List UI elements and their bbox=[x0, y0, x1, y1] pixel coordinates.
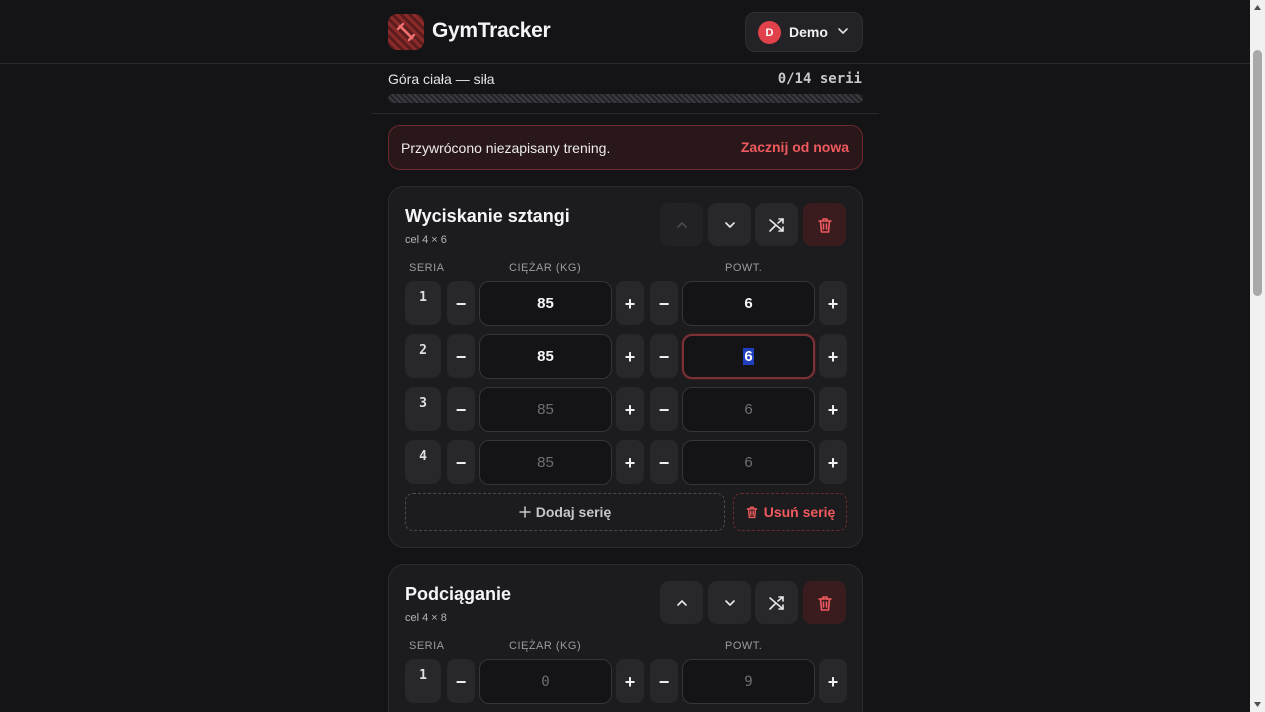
weight-input[interactable]: 85 bbox=[479, 281, 612, 326]
weight-input[interactable]: 85 bbox=[479, 440, 612, 485]
move-down-button[interactable] bbox=[708, 203, 751, 246]
scroll-down-arrow-icon[interactable] bbox=[1253, 700, 1262, 709]
weight-increment-button[interactable]: + bbox=[616, 334, 644, 378]
chevron-down-icon bbox=[724, 599, 735, 606]
trash-icon bbox=[817, 217, 832, 233]
chevron-up-icon bbox=[676, 599, 687, 606]
delete-exercise-button[interactable] bbox=[803, 203, 846, 246]
workout-title: Góra ciała — siła bbox=[388, 71, 495, 87]
set-number: 2 bbox=[405, 334, 441, 378]
delete-exercise-button[interactable] bbox=[803, 581, 846, 624]
shuffle-icon bbox=[768, 217, 784, 232]
remove-set-label: Usuń serię bbox=[763, 504, 836, 520]
start-over-button[interactable]: Zacznij od nowa bbox=[741, 139, 849, 155]
move-up-button[interactable] bbox=[660, 581, 703, 624]
dumbbell-icon[interactable] bbox=[388, 14, 424, 50]
trash-icon bbox=[817, 595, 832, 611]
reps-decrement-button[interactable]: − bbox=[650, 440, 678, 484]
set-number: 4 bbox=[405, 440, 441, 484]
weight-input[interactable]: 0 bbox=[479, 659, 612, 704]
column-header-weight: CIĘŻAR (KG) bbox=[509, 262, 582, 274]
reps-increment-button[interactable]: + bbox=[819, 387, 847, 431]
swap-exercise-button[interactable] bbox=[755, 581, 798, 624]
chevron-down-icon bbox=[724, 221, 735, 228]
plus-icon bbox=[519, 506, 531, 518]
weight-decrement-button[interactable]: − bbox=[447, 440, 475, 484]
weight-decrement-button[interactable]: − bbox=[447, 281, 475, 325]
divider bbox=[372, 113, 879, 114]
page: GymTracker D Demo Góra ciała — siła 0/14… bbox=[0, 0, 1250, 712]
column-header-set: SERIA bbox=[409, 640, 445, 652]
set-number: 1 bbox=[405, 659, 441, 703]
selected-text: 6 bbox=[743, 348, 754, 365]
weight-increment-button[interactable]: + bbox=[616, 387, 644, 431]
weight-decrement-button[interactable]: − bbox=[447, 334, 475, 378]
reps-decrement-button[interactable]: − bbox=[650, 281, 678, 325]
reps-input[interactable]: 9 bbox=[682, 659, 815, 704]
move-down-button[interactable] bbox=[708, 581, 751, 624]
weight-input[interactable]: 85 bbox=[479, 334, 612, 379]
exercise-target: cel 4 × 6 bbox=[405, 234, 447, 246]
trash-icon bbox=[746, 506, 758, 519]
weight-increment-button[interactable]: + bbox=[616, 281, 644, 325]
reps-decrement-button[interactable]: − bbox=[650, 334, 678, 378]
weight-increment-button[interactable]: + bbox=[616, 440, 644, 484]
column-header-set: SERIA bbox=[409, 262, 445, 274]
reps-increment-button[interactable]: + bbox=[819, 659, 847, 703]
reps-decrement-button[interactable]: − bbox=[650, 659, 678, 703]
column-header-weight: CIĘŻAR (KG) bbox=[509, 640, 582, 652]
brand-name[interactable]: GymTracker bbox=[432, 19, 551, 43]
restore-message: Przywrócono niezapisany trening. bbox=[401, 140, 611, 156]
add-set-button[interactable]: Dodaj serię bbox=[405, 493, 725, 531]
scrollbar-thumb[interactable] bbox=[1253, 50, 1262, 296]
swap-exercise-button[interactable] bbox=[755, 203, 798, 246]
exercise-card: Podciąganie cel 4 × 8 SERIA CIĘŻAR (KG) … bbox=[388, 564, 863, 712]
move-up-button[interactable] bbox=[660, 203, 703, 246]
restore-banner: Przywrócono niezapisany trening. Zacznij… bbox=[388, 125, 863, 170]
reps-input[interactable]: 6 bbox=[682, 387, 815, 432]
weight-decrement-button[interactable]: − bbox=[447, 387, 475, 431]
top-bar: GymTracker D Demo bbox=[0, 0, 1250, 64]
shuffle-icon bbox=[768, 595, 784, 610]
set-number: 3 bbox=[405, 387, 441, 431]
column-header-reps: POWT. bbox=[725, 640, 763, 652]
user-menu-button[interactable]: D Demo bbox=[745, 12, 863, 52]
chevron-up-icon bbox=[676, 221, 687, 228]
add-set-label: Dodaj serię bbox=[535, 504, 612, 520]
weight-increment-button[interactable]: + bbox=[616, 659, 644, 703]
chevron-down-icon bbox=[838, 28, 848, 34]
scroll-up-arrow-icon[interactable] bbox=[1253, 3, 1262, 12]
column-header-reps: POWT. bbox=[725, 262, 763, 274]
exercise-card: Wyciskanie sztangi cel 4 × 6 SERIA CIĘŻA… bbox=[388, 186, 863, 548]
reps-input-focused[interactable]: 6 bbox=[682, 334, 815, 379]
remove-set-button[interactable]: Usuń serię bbox=[733, 493, 847, 531]
set-progress-count: 0/14 serii bbox=[777, 71, 862, 87]
exercise-name: Wyciskanie sztangi bbox=[405, 206, 570, 226]
reps-input[interactable]: 6 bbox=[682, 440, 815, 485]
reps-input[interactable]: 6 bbox=[682, 281, 815, 326]
reps-increment-button[interactable]: + bbox=[819, 334, 847, 378]
vertical-scrollbar[interactable] bbox=[1250, 0, 1265, 712]
avatar: D bbox=[758, 21, 781, 44]
user-name: Demo bbox=[789, 24, 828, 40]
progress-bar bbox=[388, 94, 863, 103]
reps-increment-button[interactable]: + bbox=[819, 281, 847, 325]
weight-input[interactable]: 85 bbox=[479, 387, 612, 432]
weight-decrement-button[interactable]: − bbox=[447, 659, 475, 703]
exercise-name: Podciąganie bbox=[405, 584, 512, 604]
set-number: 1 bbox=[405, 281, 441, 325]
exercise-target: cel 4 × 8 bbox=[405, 612, 447, 624]
reps-increment-button[interactable]: + bbox=[819, 440, 847, 484]
reps-decrement-button[interactable]: − bbox=[650, 387, 678, 431]
